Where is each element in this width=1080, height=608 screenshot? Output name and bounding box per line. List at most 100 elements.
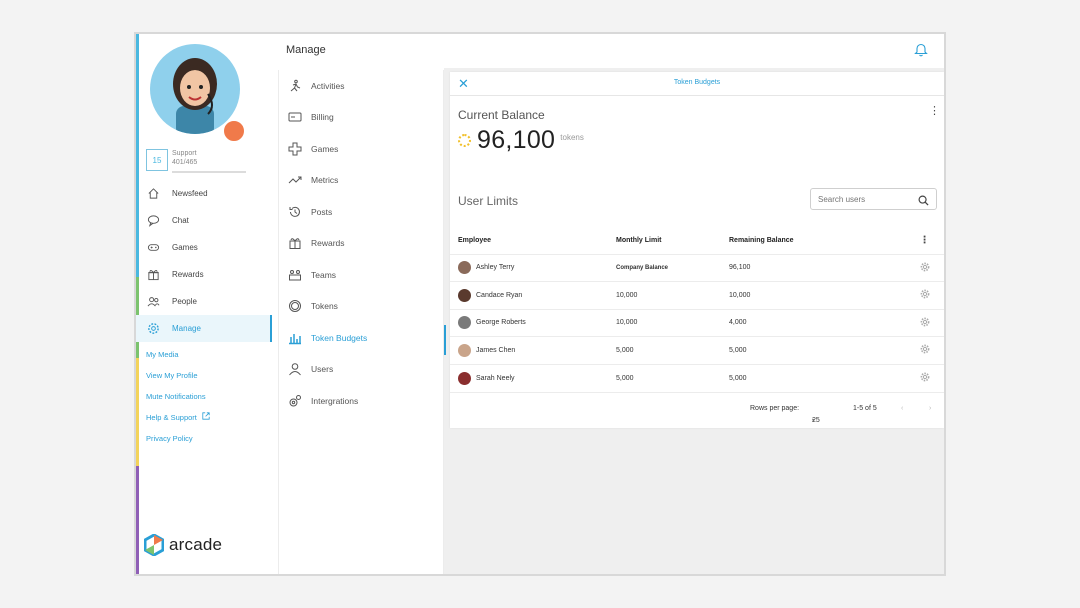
gamepad-icon (146, 241, 160, 255)
row-settings-gear-icon[interactable] (920, 317, 930, 329)
panel-title: Token Budgets (673, 79, 721, 86)
employee-avatar (458, 288, 471, 302)
rows-per-page-label: Rows per page: (750, 405, 800, 412)
employee-avatar (458, 261, 471, 275)
balance-more-icon[interactable]: ⋮ (929, 106, 940, 117)
sidebar-item-chat[interactable]: Chat (136, 207, 272, 234)
row-settings-gear-icon[interactable] (920, 289, 930, 301)
next-page-icon[interactable]: › (929, 405, 931, 412)
sidebar-item-rewards[interactable]: Rewards (136, 261, 272, 288)
external-link-icon (202, 412, 210, 424)
sidebar-nav: Newsfeed Chat Games Rewards People Manag… (136, 180, 272, 342)
sidebar-links: My Media View My Profile Mute Notificati… (146, 349, 210, 454)
table-pagination: Rows per page: 25 ▾ 1-5 of 5 ‹ › (450, 392, 944, 424)
people-icon (146, 295, 160, 309)
avatar-status-badge (222, 119, 246, 143)
row-settings-gear-icon[interactable] (920, 344, 930, 356)
sidebar-item-newsfeed[interactable]: Newsfeed (136, 180, 272, 207)
chevron-down-icon: ▾ (812, 418, 816, 424)
balance-unit: tokens (560, 133, 584, 142)
table-row[interactable]: Sarah Neely 5,000 5,000 (450, 363, 944, 392)
balance-display: 96,100 tokens (458, 126, 584, 155)
sidebar-item-games[interactable]: Games (136, 234, 272, 261)
team-icon (287, 267, 303, 283)
user-limits-table: Employee Monthly Limit Remaining Balance… (450, 228, 944, 392)
gift-icon (146, 268, 160, 282)
sidebar-item-label: Manage (172, 324, 201, 333)
token-icon (287, 298, 303, 314)
notifications-bell-icon[interactable] (914, 42, 930, 58)
link-mute-notifications[interactable]: Mute Notifications (146, 391, 210, 412)
link-help-support[interactable]: Help & Support (146, 412, 210, 433)
sidebar-item-label: Chat (172, 216, 189, 225)
table-row[interactable]: Ashley Terry Company Balance 96,100 (450, 253, 944, 282)
menu-item-metrics[interactable]: Metrics (279, 165, 443, 197)
sidebar-item-label: Rewards (172, 270, 204, 279)
trend-icon (287, 172, 303, 188)
gear-icon (146, 322, 160, 336)
gift-icon (287, 235, 303, 251)
link-my-media[interactable]: My Media (146, 349, 210, 370)
table-header-row: Employee Monthly Limit Remaining Balance… (450, 228, 944, 254)
manage-menu: Activities Billing Games Metrics Posts R… (278, 70, 446, 574)
menu-item-billing[interactable]: Billing (279, 102, 443, 134)
row-settings-gear-icon[interactable] (920, 262, 930, 274)
activity-icon (287, 78, 303, 94)
table-row[interactable]: Candace Ryan 10,000 10,000 (450, 281, 944, 309)
menu-item-tokens[interactable]: Tokens (279, 291, 443, 323)
sidebar-item-people[interactable]: People (136, 288, 272, 315)
header: Manage (272, 34, 944, 68)
sidebar-item-label: People (172, 297, 197, 306)
sidebar: 15 Support 401/465 Newsfeed Chat Games R… (136, 34, 272, 574)
history-icon (287, 204, 303, 220)
arcade-logo[interactable]: arcade (144, 534, 222, 556)
points-label: 401/465 (172, 159, 198, 166)
menu-item-posts[interactable]: Posts (279, 196, 443, 228)
table-row[interactable]: James Chen 5,000 5,000 (450, 336, 944, 364)
card-icon (287, 109, 303, 125)
employee-avatar (458, 371, 471, 385)
sidebar-item-label: Newsfeed (172, 189, 208, 198)
link-privacy-policy[interactable]: Privacy Policy (146, 433, 210, 454)
arcade-logo-mark-icon (144, 534, 164, 556)
puzzle-icon (287, 141, 303, 157)
chat-icon (146, 214, 160, 228)
level-progress-bar (172, 171, 246, 173)
page-range: 1-5 of 5 (853, 405, 877, 412)
menu-item-games[interactable]: Games (279, 133, 443, 165)
bar-chart-icon (287, 330, 303, 346)
search-icon[interactable] (918, 193, 929, 206)
column-header-remaining-balance[interactable]: Remaining Balance (729, 228, 905, 254)
table-row[interactable]: George Roberts 10,000 4,000 (450, 308, 944, 337)
column-header-monthly-limit[interactable]: Monthly Limit (616, 228, 729, 254)
column-header-employee[interactable]: Employee (450, 228, 616, 254)
sidebar-item-manage[interactable]: Manage (136, 315, 272, 342)
user-limits-label: User Limits (458, 194, 519, 208)
plugin-icon (287, 393, 303, 409)
app-window: 15 Support 401/465 Newsfeed Chat Games R… (134, 32, 946, 576)
level-progress: 15 Support 401/465 (146, 149, 246, 173)
current-balance-label: Current Balance (458, 108, 545, 122)
token-coin-icon (458, 134, 471, 147)
user-icon (287, 361, 303, 377)
link-view-my-profile[interactable]: View My Profile (146, 370, 210, 391)
menu-item-users[interactable]: Users (279, 354, 443, 386)
employee-avatar (458, 343, 471, 357)
home-icon (146, 187, 160, 201)
menu-item-rewards[interactable]: Rewards (279, 228, 443, 260)
token-budgets-panel: ✕ Token Budgets Current Balance ⋮ 96,100… (450, 72, 944, 428)
logo-text: arcade (169, 535, 223, 554)
panel-header: ✕ Token Budgets (450, 72, 944, 96)
table-more-icon[interactable]: ⋮ (920, 235, 930, 246)
page-title: Manage (286, 44, 326, 56)
menu-item-token-budgets[interactable]: Token Budgets (279, 322, 446, 355)
menu-item-intergrations[interactable]: Intergrations (279, 385, 443, 417)
menu-item-teams[interactable]: Teams (279, 259, 443, 291)
balance-value: 96,100 (477, 126, 556, 154)
employee-avatar (458, 316, 471, 330)
menu-item-activities[interactable]: Activities (279, 70, 443, 102)
sidebar-item-label: Games (172, 243, 198, 252)
support-label: Support (172, 150, 197, 157)
prev-page-icon[interactable]: ‹ (901, 405, 903, 412)
row-settings-gear-icon[interactable] (920, 372, 930, 384)
